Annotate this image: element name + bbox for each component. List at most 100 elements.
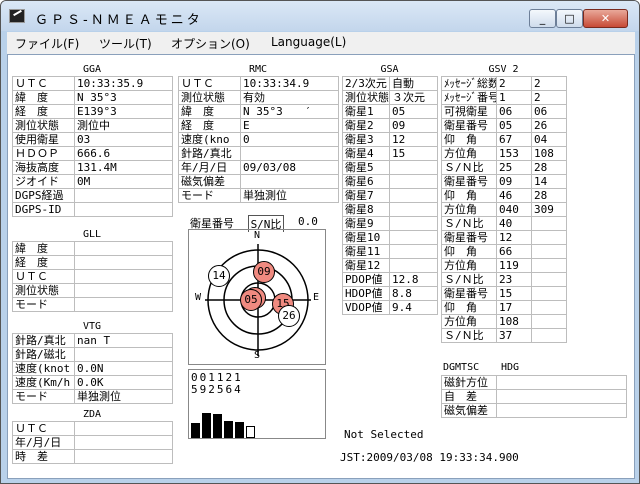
gsv-value: 28 (531, 188, 567, 203)
gsv-row: 方位角 040 309 (441, 202, 567, 217)
gsv-label: 方位角 (441, 202, 497, 217)
gsv-value: 040 (496, 202, 532, 217)
gsv-value (531, 286, 567, 301)
gsv-label: Ｓ/Ｎ比 (441, 160, 497, 175)
vtg-value (74, 347, 173, 362)
zda-value (74, 449, 173, 464)
gsa-label: 衛星12 (342, 258, 390, 273)
gsv-value: 17 (496, 300, 532, 315)
gsa-label: 衛星7 (342, 188, 390, 203)
gsv-value: 25 (496, 160, 532, 175)
jst-time: JST:2009/03/08 19:33:34.900 (340, 451, 519, 464)
vtg-value: nan T (74, 333, 173, 348)
selection-status: Not Selected (344, 428, 424, 441)
gsv-row: 衛星番号 12 (441, 230, 567, 245)
gsa-label: PDOP値 (342, 272, 390, 287)
menu-options[interactable]: オプション(O) (171, 35, 250, 52)
gsv-value (531, 328, 567, 343)
snr-panel: 001121 592564 (188, 369, 326, 439)
gsv-row: 方位角 153 108 (441, 146, 567, 161)
gsv-row: Ｓ/Ｎ比 23 (441, 272, 567, 287)
gll-label: 測位状態 (12, 283, 75, 298)
gsv-label: 衛星番号 (441, 174, 497, 189)
snr-bar (224, 421, 233, 438)
gsv-value: 14 (531, 174, 567, 189)
gsv-value: 108 (531, 146, 567, 161)
gsv-value (531, 272, 567, 287)
gll-label: 経 度 (12, 255, 75, 270)
gsv-value (531, 258, 567, 273)
gsa-value (389, 174, 438, 189)
rmc-label: 針路/真北 (178, 146, 241, 161)
menu-language[interactable]: Language(L) (271, 35, 346, 49)
zda-row: 年/月/日 (12, 435, 173, 450)
satellite-marker[interactable]: 14 (208, 265, 230, 287)
satellite-marker[interactable]: 05 (240, 289, 262, 311)
rmc-label: 測位状態 (178, 90, 241, 105)
rmc-value: 09/03/08 (240, 160, 339, 175)
gsa-row: 衛星1 05 (342, 104, 438, 119)
satellite-marker[interactable]: 09 (253, 261, 275, 283)
rmc-value: E (240, 118, 339, 133)
gsa-value (389, 216, 438, 231)
gsv-row: 衛星番号 09 14 (441, 174, 567, 189)
gsv-label: 衛星番号 (441, 230, 497, 245)
gsa-value (389, 160, 438, 175)
vtg-value: 0.0K (74, 375, 173, 390)
gll-value (74, 241, 173, 256)
east-label: E (313, 292, 320, 303)
hdg-panel: DGMTSC HDG 磁針方位自 差磁気偏差 (441, 362, 627, 422)
gsv-row: Ｓ/Ｎ比 25 28 (441, 160, 567, 175)
close-button[interactable]: ✕ (583, 9, 628, 28)
gsv-row: 仰 角 46 28 (441, 188, 567, 203)
gsv-label: 方位角 (441, 314, 497, 329)
gga-row: DGPS経過 (12, 188, 173, 203)
satellite-marker[interactable]: 26 (278, 305, 300, 327)
gll-row: 経 度 (12, 255, 173, 270)
gsv-value (531, 300, 567, 315)
gga-row: ジオイド 0M (12, 174, 173, 189)
vtg-table: 針路/真北 nan T 針路/磁北 速度(knot 0.0N 速度(Km/h 0.0K モード… (12, 333, 173, 404)
gsa-label: 衛星2 (342, 118, 390, 133)
menu-file[interactable]: ファイル(F) (15, 35, 79, 52)
snr-ids-bottom: 592564 (191, 383, 243, 396)
dgmtsc-label: 自 差 (441, 389, 497, 404)
window-title: ＧＰＳ-ＮＭＥＡモニタ (35, 13, 203, 28)
gll-value (74, 269, 173, 284)
zda-title: ZDA (82, 409, 102, 420)
rmc-label: モード (178, 188, 241, 203)
title-bar[interactable]: ＧＰＳ-ＮＭＥＡモニタ _ □ ✕ (1, 1, 639, 31)
gsa-row: 衛星4 15 (342, 146, 438, 161)
vtg-row: 針路/真北 nan T (12, 333, 173, 348)
gsv-value: 37 (496, 328, 532, 343)
gsa-value: ３次元 (389, 90, 438, 105)
gga-value: N 35°3 (74, 90, 173, 105)
minimize-button[interactable]: _ (529, 9, 556, 28)
vtg-label: 針路/磁北 (12, 347, 75, 362)
gsv-value (531, 230, 567, 245)
rmc-value: 10:33:34.9 (240, 76, 339, 91)
gsv-label: Ｓ/Ｎ比 (441, 328, 497, 343)
gll-label: ＵＴＣ (12, 269, 75, 284)
gga-label: DGPS-ID (12, 202, 75, 217)
maximize-button[interactable]: □ (556, 9, 583, 28)
zda-label: ＵＴＣ (12, 421, 75, 436)
menu-tools[interactable]: ツール(T) (99, 35, 152, 52)
app-window: ＧＰＳ-ＮＭＥＡモニタ _ □ ✕ ファイル(F) ツール(T) オプション(O… (0, 0, 640, 484)
gsa-row: HDOP値 8.8 (342, 286, 438, 301)
rmc-value: 単独測位 (240, 188, 339, 203)
gga-row: 経 度 E139°3 (12, 104, 173, 119)
gga-row: 使用衛星 03 (12, 132, 173, 147)
gsv-label: Ｓ/Ｎ比 (441, 216, 497, 231)
zda-row: ＵＴＣ (12, 421, 173, 436)
gsv-value: 2 (531, 76, 567, 91)
vtg-label: 針路/真北 (12, 333, 75, 348)
gsv-value (531, 216, 567, 231)
hdg-title: HDG (501, 362, 520, 373)
gll-panel: GLL 緯 度経 度 ＵＴＣ 測位状態 モード (12, 228, 173, 318)
gga-value: 測位中 (74, 118, 173, 133)
gll-label: モード (12, 297, 75, 312)
gll-value (74, 283, 173, 298)
dgmtsc-title: DGMTSC (443, 362, 480, 373)
gga-label: ＨＤＯＰ (12, 146, 75, 161)
